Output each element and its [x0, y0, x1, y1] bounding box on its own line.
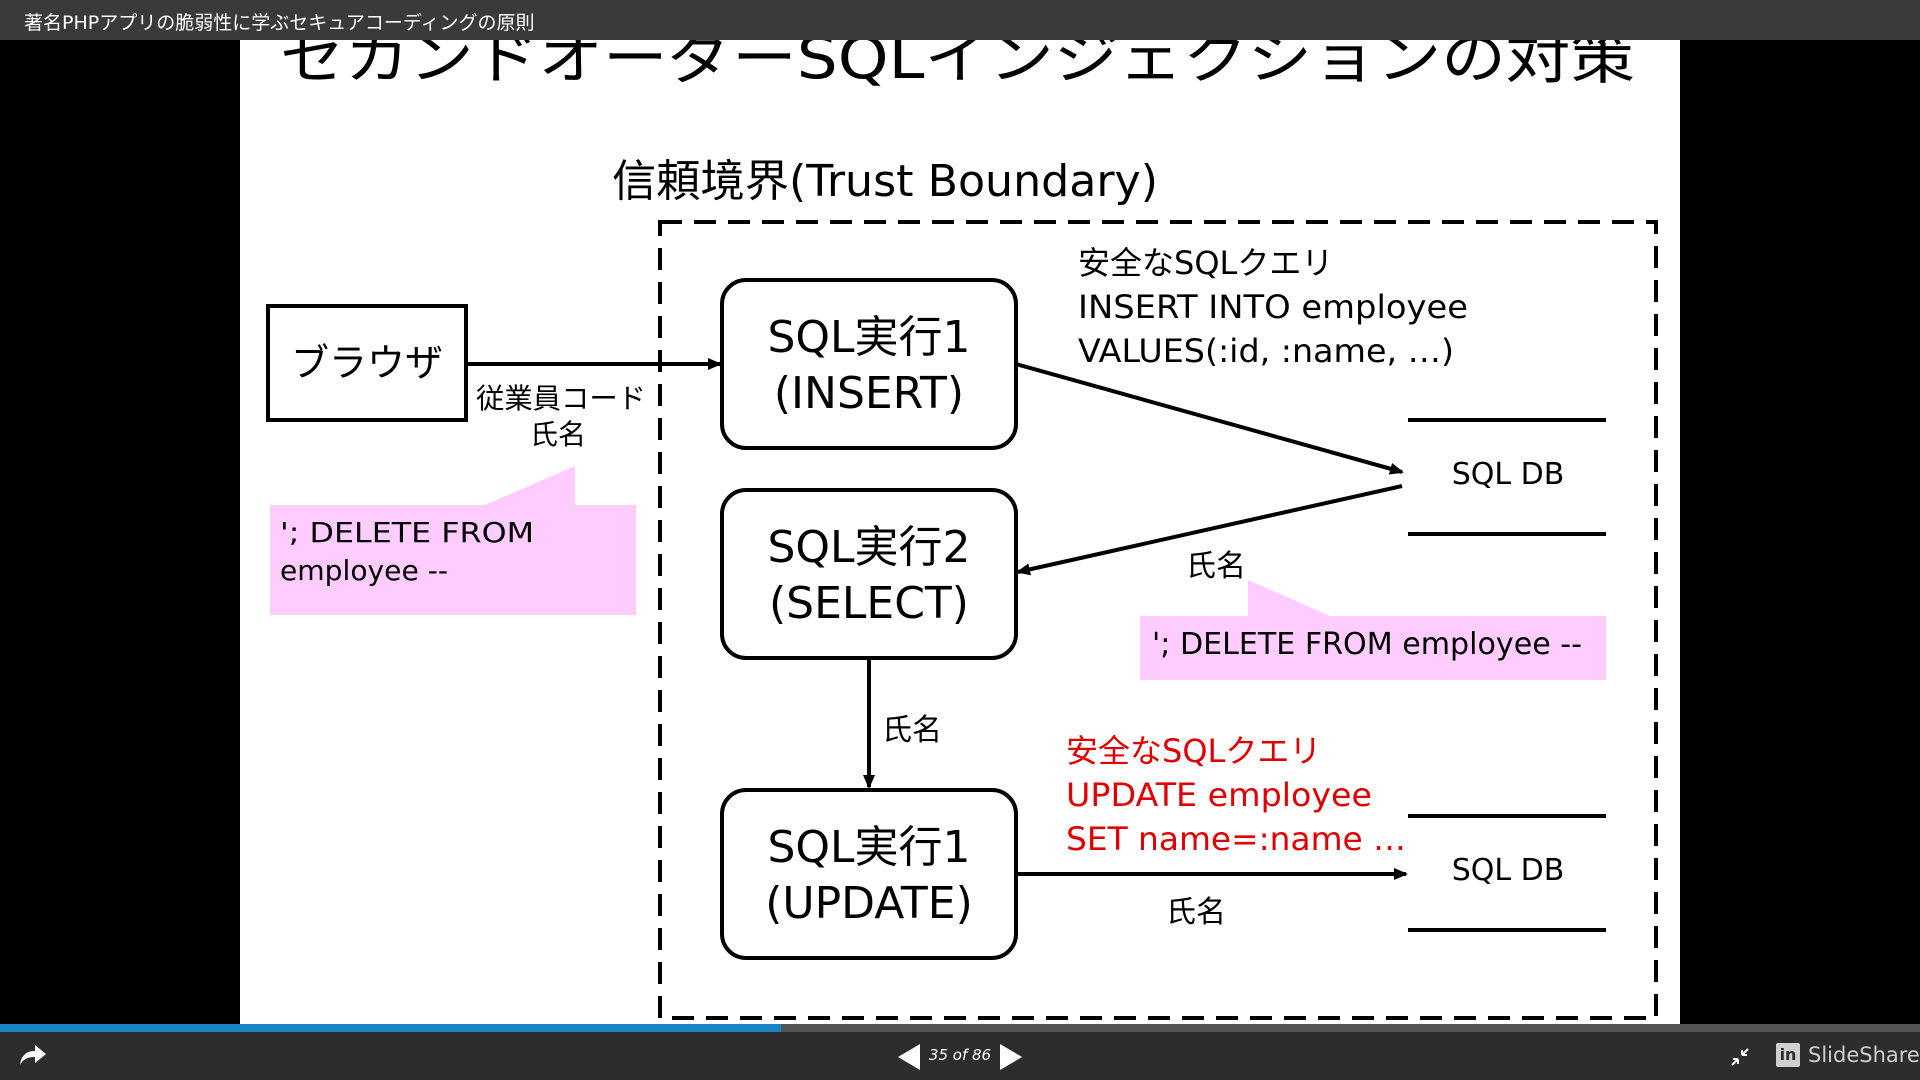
safe-query-1-line3: VALUES(:id, :name, …) [1078, 332, 1454, 370]
progress-bar[interactable] [0, 1024, 1920, 1032]
payload-1-line2: employee -- [280, 554, 448, 587]
linkedin-icon: in [1776, 1043, 1800, 1067]
step-insert-line1: SQL実行1 [767, 312, 970, 363]
step-update-line2: (UPDATE) [765, 878, 973, 929]
presentation-title-bar: 著名PHPアプリの脆弱性に学ぶセキュアコーディングの原則 [0, 0, 1920, 40]
step-select-line2: (SELECT) [769, 578, 969, 629]
slide-canvas: セカンドオーダーSQLインジェクションの対策 信頼境界(Trust Bounda… [240, 40, 1680, 1024]
page-indicator: 35 of 86 [928, 1046, 992, 1064]
safe-query-1-line2: INSERT INTO employee [1078, 288, 1468, 326]
name-label-select: 氏名 [1186, 549, 1246, 584]
input-label-code: 従業員コード [476, 382, 646, 415]
collapse-icon[interactable] [1730, 1047, 1750, 1067]
step-update-line1: SQL実行1 [767, 822, 970, 873]
trust-boundary-label: 信頼境界(Trust Boundary) [612, 156, 1158, 207]
share-arrow-icon[interactable] [18, 1043, 48, 1069]
slide-diagram: セカンドオーダーSQLインジェクションの対策 信頼境界(Trust Bounda… [266, 40, 1658, 1020]
step-select-box [720, 488, 1018, 660]
safe-query-2-line2: UPDATE employee [1066, 776, 1372, 814]
step-insert-line2: (INSERT) [774, 368, 964, 419]
payload-2-text: '; DELETE FROM employee -- [1152, 627, 1582, 662]
payload-1-line1: '; DELETE FROM [280, 516, 534, 549]
safe-query-1-line1: 安全なSQLクエリ [1078, 244, 1333, 282]
input-label-name: 氏名 [530, 418, 586, 451]
name-label-update: 氏名 [1166, 895, 1226, 930]
db-top-label: SQL DB [1452, 457, 1565, 492]
arrow-insert-to-db [1015, 362, 1404, 475]
step-insert-box [720, 278, 1018, 450]
brand-label: SlideShare [1808, 1043, 1920, 1067]
prev-triangle-icon[interactable] [898, 1044, 920, 1070]
slideshare-brand[interactable]: in SlideShare [1776, 1043, 1920, 1067]
name-label-down: 氏名 [882, 713, 942, 748]
step-select-line1: SQL実行2 [767, 522, 970, 573]
progress-bar-fill [0, 1024, 782, 1032]
step-update-box [720, 788, 1018, 960]
safe-query-2-line3: SET name=:name … [1066, 820, 1406, 858]
next-triangle-icon[interactable] [1000, 1044, 1022, 1070]
safe-query-2-line1: 安全なSQLクエリ [1066, 732, 1321, 770]
presentation-title: 著名PHPアプリの脆弱性に学ぶセキュアコーディングの原則 [24, 12, 535, 34]
browser-label: ブラウザ [291, 341, 443, 385]
slide-heading: セカンドオーダーSQLインジェクションの対策 [280, 40, 1635, 92]
db-bottom-label: SQL DB [1452, 853, 1565, 888]
